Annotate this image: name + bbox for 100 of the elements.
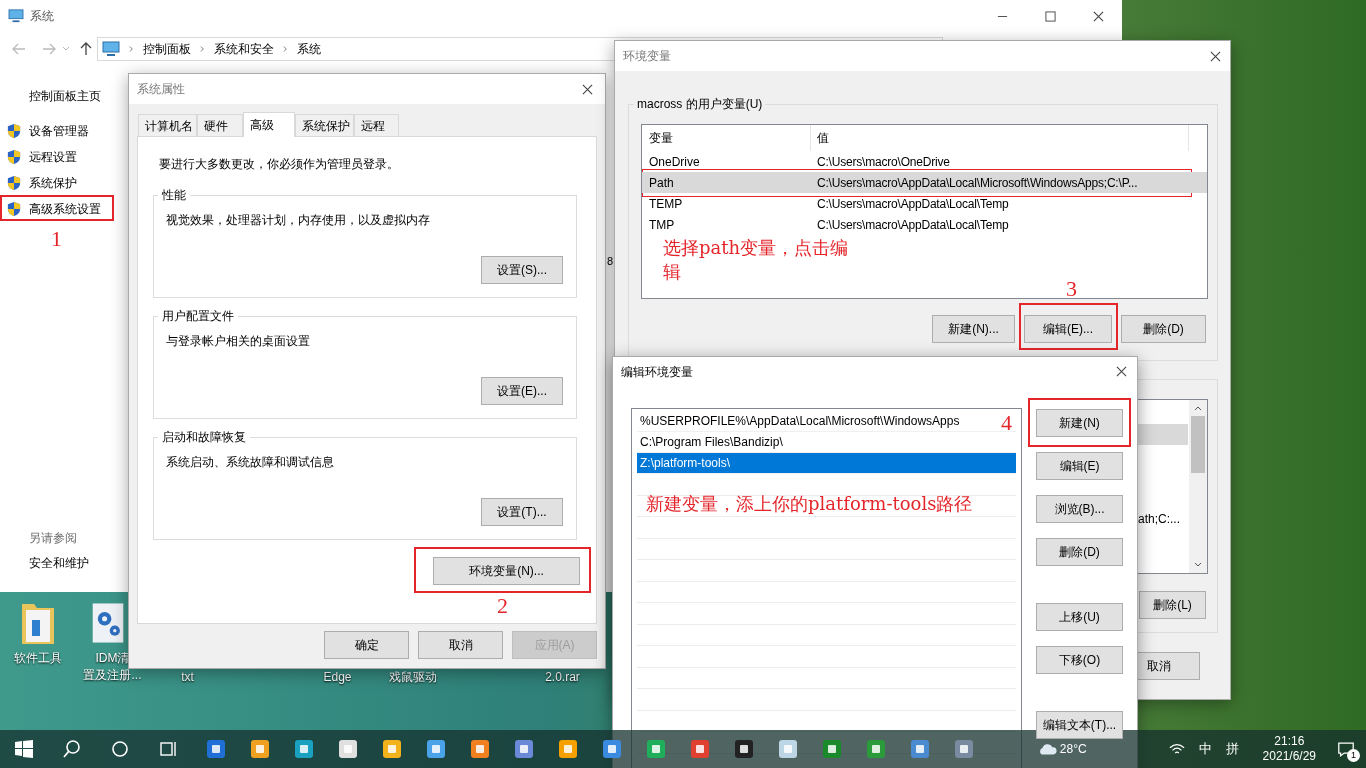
app-tile-icon[interactable] [250, 739, 270, 759]
tab[interactable]: 系统保护 [295, 114, 354, 136]
sidebar-link[interactable]: 高级系统设置 [0, 196, 105, 222]
sidebar-link[interactable]: 系统保护 [0, 170, 81, 196]
ime-indicator[interactable]: 中 [1198, 739, 1212, 759]
up-arrow-icon[interactable] [80, 42, 92, 56]
tab[interactable]: 远程 [354, 114, 399, 136]
ime-indicator[interactable]: 拼 [1225, 739, 1239, 759]
content-text: 8 [607, 254, 614, 269]
button[interactable]: 新建(N)... [932, 315, 1015, 343]
icon-label: txt [181, 669, 194, 686]
list-row[interactable]: ath;C:... [1138, 508, 1188, 529]
maximize-icon[interactable] [1044, 10, 1056, 22]
button[interactable]: 删除(D) [1121, 315, 1206, 343]
list-row[interactable]: TMP C:\Users\macro\AppData\Local\Temp [642, 214, 1207, 235]
scroll-down-icon[interactable] [1194, 562, 1202, 567]
app-tile-icon[interactable] [338, 739, 358, 759]
close-icon[interactable] [1092, 10, 1104, 22]
app-tile-icon[interactable] [690, 739, 710, 759]
tab[interactable]: 高级 [243, 112, 295, 137]
app-tile-icon[interactable] [382, 739, 402, 759]
button[interactable]: 编辑(E) [1036, 452, 1123, 480]
close-icon[interactable] [582, 83, 593, 95]
notification-icon[interactable] [1337, 740, 1355, 758]
app-tile-icon[interactable] [558, 739, 578, 759]
column-header[interactable]: 变量 [642, 125, 811, 151]
list-item[interactable]: Z:\platform-tools\ [637, 453, 1016, 474]
list-cell-text: C:\Users\macro\OneDrive [816, 153, 950, 171]
app-tile-icon[interactable] [954, 739, 974, 759]
windows-logo-icon[interactable] [14, 739, 34, 759]
close-icon[interactable] [1210, 50, 1221, 62]
button[interactable]: 编辑(E)... [1024, 315, 1112, 343]
search-icon[interactable] [62, 739, 82, 759]
icon-label: 软件工具 [13, 650, 62, 667]
list-cell-text: ath;C:... [1138, 510, 1181, 528]
tab[interactable]: 计算机名 [138, 114, 197, 136]
app-tile-icon[interactable] [294, 739, 314, 759]
shield-icon [7, 149, 21, 165]
shield-icon [7, 175, 21, 191]
icon-label: 戏鼠驱动 [388, 669, 437, 686]
window-title: 系统 [30, 8, 54, 25]
app-tile-icon[interactable] [778, 739, 798, 759]
app-tile-icon[interactable] [910, 739, 930, 759]
group-description: 视觉效果，处理器计划，内存使用，以及虚拟内存 [166, 212, 431, 228]
icon-label: Edge [323, 669, 352, 686]
scrollbar[interactable] [1189, 400, 1207, 573]
button[interactable]: 浏览(B)... [1036, 495, 1123, 523]
app-tile-icon[interactable] [602, 739, 622, 759]
button[interactable]: 新建(N) [1036, 409, 1123, 437]
button[interactable]: 删除(D) [1036, 538, 1123, 566]
scroll-thumb[interactable] [1191, 416, 1205, 473]
app-tile-icon[interactable] [734, 739, 754, 759]
section-label: 另请参阅 [29, 530, 78, 546]
button[interactable]: 取消 [418, 631, 503, 659]
wifi-icon[interactable] [1168, 742, 1185, 756]
circle-icon[interactable] [110, 739, 130, 759]
list-cell-text: Path [648, 174, 675, 192]
app-tile-icon[interactable] [206, 739, 226, 759]
task-view-icon[interactable] [158, 739, 178, 759]
app-tile-icon[interactable] [866, 739, 886, 759]
app-tile-icon[interactable] [822, 739, 842, 759]
button[interactable]: 环境变量(N)... [433, 557, 580, 585]
icon-label: IDM清 [95, 650, 130, 667]
scroll-up-icon[interactable] [1194, 406, 1202, 411]
button[interactable]: 下移(O) [1036, 646, 1123, 674]
list-cell-text: TEMP [648, 195, 684, 213]
list-row[interactable]: Path C:\Users\macro\AppData\Local\Microsoft\WindowsApps;C:\P... [642, 172, 1207, 193]
tab[interactable]: 硬件 [197, 114, 243, 136]
clock-date[interactable]: 2021/6/29 [1262, 749, 1316, 764]
button[interactable]: 设置(S)... [481, 256, 563, 284]
sidebar-link[interactable]: 控制面板主页 [29, 88, 128, 104]
list-cell-text: C:\Users\macro\AppData\Local\Microsoft\WindowsApps;C:\P... [816, 174, 1138, 192]
notice-text: 要进行大多数更改，你必须作为管理员登录。 [159, 156, 400, 172]
weather-text[interactable]: 28°C [1059, 740, 1087, 758]
list-row[interactable]: OneDrive C:\Users\macro\OneDrive [642, 151, 1207, 172]
column-header[interactable]: 值 [811, 125, 1189, 151]
button[interactable]: 删除(L) [1139, 591, 1206, 619]
button[interactable]: 确定 [324, 631, 409, 659]
list-row[interactable]: TEMP C:\Users\macro\AppData\Local\Temp [642, 193, 1207, 214]
sidebar-link[interactable]: 安全和维护 [29, 555, 128, 571]
button[interactable]: 设置(T)... [481, 498, 563, 526]
group-title: macross 的用户变量(U) [634, 96, 766, 112]
app-tile-icon[interactable] [470, 739, 490, 759]
close-icon[interactable] [1116, 366, 1127, 377]
app-tile-icon[interactable] [646, 739, 666, 759]
app-tile-icon[interactable] [514, 739, 534, 759]
button[interactable]: 上移(U) [1036, 603, 1123, 631]
dialog-title: 编辑环境变量 [621, 363, 693, 381]
app-tile-icon[interactable] [426, 739, 446, 759]
breadcrumb-item[interactable]: 系统 [297, 40, 321, 58]
icon-label: 置及注册... [83, 667, 142, 684]
annotation-note: 选择path变量，点击编辑 [663, 236, 850, 284]
sidebar-link[interactable]: 设备管理器 [0, 118, 93, 144]
breadcrumb-item[interactable]: 控制面板 [143, 40, 191, 58]
clock-time[interactable]: 21:16 [1274, 734, 1305, 749]
button[interactable]: 设置(E)... [481, 377, 563, 405]
sidebar-link[interactable]: 远程设置 [0, 144, 81, 170]
button[interactable]: 编辑文本(T)... [1036, 711, 1123, 739]
dialog-title: 系统属性 [137, 81, 185, 98]
breadcrumb-item[interactable]: 系统和安全 [214, 40, 274, 58]
